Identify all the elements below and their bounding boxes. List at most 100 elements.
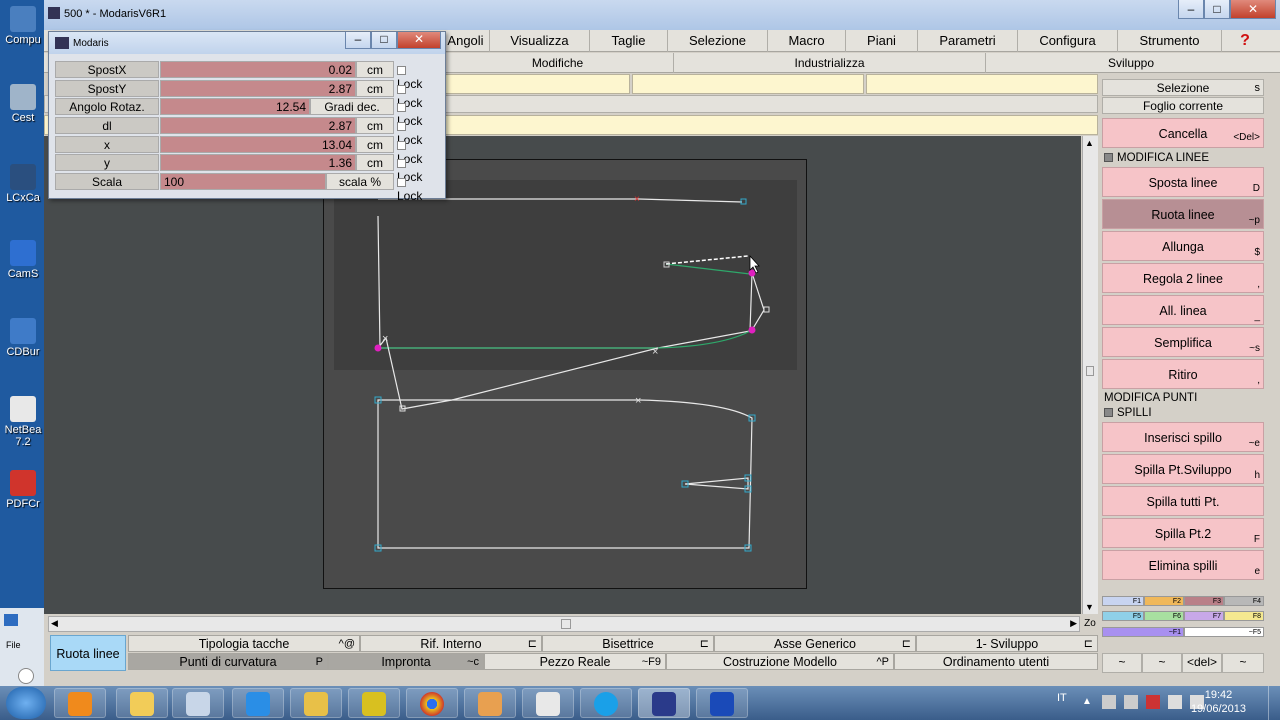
zoom-button[interactable]: Zo [1082, 616, 1098, 632]
ordinamento-utenti-button[interactable]: Ordinamento utenti [894, 653, 1098, 670]
taskbar-mail[interactable] [290, 688, 342, 718]
dialog-titlebar[interactable]: Modaris – □ ✕ [49, 32, 445, 54]
desktop-icon-computer[interactable]: Compu [0, 6, 46, 46]
foglio-corrente-button[interactable]: Foglio corrente [1102, 97, 1264, 114]
network-icon[interactable] [1146, 695, 1160, 709]
swatch-f3[interactable]: F3 [1184, 596, 1224, 606]
close-button[interactable]: ✕ [1230, 0, 1276, 19]
param-value-field[interactable]: 13.04 [160, 136, 356, 153]
semplifica-button[interactable]: Semplifica ~s [1102, 327, 1264, 357]
tipologia-tacche-button[interactable]: Tipologia tacche ^@ [128, 635, 360, 652]
desktop-icon-cams[interactable]: CamS [0, 240, 46, 280]
selezione-button[interactable]: Selezione s [1102, 79, 1264, 96]
taskbar-clock[interactable]: 19:42 19/06/2013 [1191, 688, 1246, 716]
pattern-point[interactable] [374, 344, 382, 352]
sposta-linee-button[interactable]: Sposta linee D [1102, 167, 1264, 197]
impronta-button[interactable]: Impronta ~c [328, 653, 484, 670]
desktop-icon-cestino[interactable]: Cest [0, 84, 46, 124]
key-button-del[interactable]: <del> [1182, 653, 1222, 673]
submenu-modifiche[interactable]: Modifiche [442, 53, 674, 73]
taskbar-paint[interactable] [464, 688, 516, 718]
current-function-button[interactable]: Ruota linee [50, 635, 126, 671]
swatch-f5[interactable]: F5 [1102, 611, 1144, 621]
show-desktop-button[interactable] [1268, 686, 1280, 720]
ruota-linee-button[interactable]: Ruota linee ~p [1102, 199, 1264, 229]
swatch-f7[interactable]: F7 [1184, 611, 1224, 621]
menu-parametri[interactable]: Parametri [918, 30, 1018, 52]
scroll-down-icon[interactable]: ▼ [1085, 602, 1094, 612]
dialog-close-button[interactable]: ✕ [397, 32, 441, 49]
ritiro-button[interactable]: Ritiro, [1102, 359, 1264, 389]
swatch-shift-f1[interactable]: ~F1 [1102, 627, 1184, 637]
taskbar-modaris[interactable] [638, 688, 690, 718]
inserisci-spillo-button[interactable]: Inserisci spillo ~e [1102, 422, 1264, 452]
menu-macro[interactable]: Macro [768, 30, 846, 52]
taskbar-camstudio[interactable] [696, 688, 748, 718]
rif-interno-button[interactable]: Rif. Interno ⊏ [360, 635, 542, 652]
section-checkbox[interactable] [1104, 408, 1113, 418]
dialog-maximize-button[interactable]: □ [371, 32, 397, 49]
taskbar-teamviewer[interactable] [232, 688, 284, 718]
key-button-2[interactable]: ~ [1142, 653, 1182, 673]
menu-taglie[interactable]: Taglie [590, 30, 668, 52]
scroll-left-icon[interactable]: ◀ [51, 618, 58, 629]
dialog-minimize-button[interactable]: – [345, 32, 371, 49]
taskbar-calculator[interactable] [172, 688, 224, 718]
scroll-up-icon[interactable]: ▲ [1085, 138, 1094, 148]
spilla-pt2-button[interactable]: Spilla Pt.2 F [1102, 518, 1264, 548]
spilla-pt-sviluppo-button[interactable]: Spilla Pt.Sviluppo h [1102, 454, 1264, 484]
scroll-thumb[interactable] [1086, 366, 1094, 376]
pezzo-reale-button[interactable]: Pezzo Reale ~F9 [484, 653, 666, 670]
menu-selezione[interactable]: Selezione [668, 30, 768, 52]
lock-checkbox[interactable]: Lock [397, 175, 422, 203]
menu-visualizza[interactable]: Visualizza [490, 30, 590, 52]
punti-curvatura-button[interactable]: Punti di curvatura P [128, 653, 328, 670]
key-button-1[interactable]: ~ [1102, 653, 1142, 673]
sviluppo-button[interactable]: 1- Sviluppo ⊏ [916, 635, 1098, 652]
param-value-field[interactable]: 100 [160, 173, 326, 190]
swatch-f8[interactable]: F8 [1224, 611, 1264, 621]
signal-icon[interactable] [1168, 695, 1182, 709]
taskbar-app[interactable] [348, 688, 400, 718]
input-field-2[interactable] [632, 74, 864, 94]
swatch-shift-f5[interactable]: ~F5 [1184, 627, 1264, 637]
key-button-4[interactable]: ~ [1222, 653, 1264, 673]
costruzione-modello-button[interactable]: Costruzione Modello ^P [666, 653, 894, 670]
elimina-spilli-button[interactable]: Elimina spilli e [1102, 550, 1264, 580]
desktop-icon-lcxca[interactable]: LCxCa [0, 164, 46, 204]
desktop-icon-cdburn[interactable]: CDBur [0, 318, 46, 358]
minimize-button[interactable]: – [1178, 0, 1204, 19]
flag-icon[interactable] [1124, 695, 1138, 709]
menu-strumento[interactable]: Strumento [1118, 30, 1222, 52]
regola-2-linee-button[interactable]: Regola 2 linee, [1102, 263, 1264, 293]
param-value-field[interactable]: 12.54 [160, 98, 310, 115]
taskbar-explorer[interactable] [116, 688, 168, 718]
taskbar-skype[interactable] [580, 688, 632, 718]
help-icon[interactable]: ? [1222, 30, 1268, 52]
pattern-point[interactable] [763, 306, 770, 313]
tray-icon[interactable] [1102, 695, 1116, 709]
menu-angoli[interactable]: Angoli [442, 30, 490, 52]
scroll-right-icon[interactable]: ▶ [1070, 618, 1077, 629]
submenu-sviluppo[interactable]: Sviluppo [986, 53, 1276, 73]
spilla-tutti-button[interactable]: Spilla tutti Pt. [1102, 486, 1264, 516]
file-menu[interactable]: File [6, 640, 21, 650]
param-value-field[interactable]: 2.87 [160, 80, 356, 97]
language-indicator[interactable]: IT [1057, 692, 1067, 704]
background-window[interactable]: File [0, 608, 44, 686]
all-linea-button[interactable]: All. linea _ [1102, 295, 1264, 325]
pattern-drawing[interactable]: × × × × [44, 136, 1081, 614]
scroll-thumb[interactable] [561, 619, 571, 629]
tray-expand-icon[interactable]: ▲ [1082, 696, 1092, 707]
menu-configura[interactable]: Configura [1018, 30, 1118, 52]
desktop-icon-netbeans[interactable]: NetBea 7.2 [0, 396, 46, 448]
input-field-1[interactable] [444, 74, 630, 94]
param-value-field[interactable]: 1.36 [160, 154, 356, 171]
vertical-scrollbar[interactable]: ▲ ▼ [1082, 136, 1098, 614]
swatch-f6[interactable]: F6 [1144, 611, 1184, 621]
taskbar-media-player[interactable] [54, 688, 106, 718]
cancella-button[interactable]: Cancella <Del> [1102, 118, 1264, 148]
start-button[interactable] [6, 687, 46, 719]
taskbar-app-2[interactable] [522, 688, 574, 718]
input-field-3[interactable] [866, 74, 1098, 94]
